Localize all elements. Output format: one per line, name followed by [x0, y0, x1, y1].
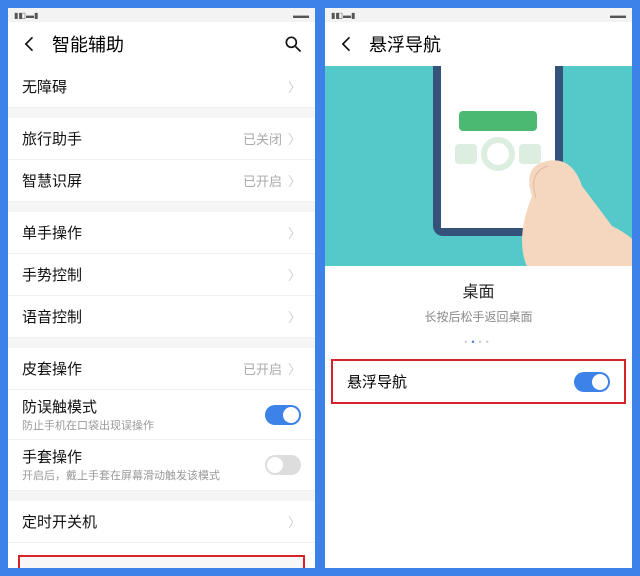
chevron-right-icon: 〉 — [288, 265, 301, 284]
right-screen: ▮◧▬▮▬▬ 悬浮导航 桌面 长按后松手返回桌面 •••• 悬浮导航 — [325, 8, 632, 568]
search-icon[interactable] — [283, 34, 303, 54]
toggle-glove[interactable] — [265, 455, 301, 475]
page-title: 智能辅助 — [52, 31, 283, 57]
toggle-floating-nav[interactable] — [574, 372, 610, 392]
back-icon[interactable] — [337, 34, 357, 54]
hint-box: 是否在寻找其他设置项？ 系统导航方式 — [18, 555, 305, 568]
row-one-hand[interactable]: 单手操作 〉 — [8, 212, 315, 254]
row-schedule-power[interactable]: 定时开关机 〉 — [8, 501, 315, 543]
row-gesture[interactable]: 手势控制 〉 — [8, 254, 315, 296]
chevron-right-icon: 〉 — [288, 77, 301, 96]
hand-icon — [492, 146, 632, 266]
row-voice[interactable]: 语音控制 〉 — [8, 296, 315, 338]
chevron-right-icon: 〉 — [288, 307, 301, 326]
back-icon[interactable] — [20, 34, 40, 54]
settings-list: 无障碍 〉 旅行助手 已关闭 〉 智慧识屏 已开启 〉 单手操作 〉 手势控制 … — [8, 66, 315, 568]
row-accessibility[interactable]: 无障碍 〉 — [8, 66, 315, 108]
page-title: 悬浮导航 — [369, 31, 620, 57]
chevron-right-icon: 〉 — [288, 223, 301, 242]
left-screen: ▮◧▬▮▬▬ 智能辅助 无障碍 〉 旅行助手 已关闭 〉 智慧识屏 已开启 〉 … — [8, 8, 315, 568]
chevron-right-icon: 〉 — [288, 512, 301, 531]
header: 悬浮导航 — [325, 22, 632, 66]
caption-sub: 长按后松手返回桌面 — [325, 308, 632, 325]
page-dots[interactable]: •••• — [325, 337, 632, 347]
chevron-right-icon: 〉 — [288, 171, 301, 190]
status-bar: ▮◧▬▮▬▬ — [8, 8, 315, 22]
caption-title: 桌面 — [325, 278, 632, 302]
row-glove[interactable]: 手套操作 开启后，戴上手套在屏幕滑动触发该模式 — [8, 440, 315, 490]
status-bar: ▮◧▬▮▬▬ — [325, 8, 632, 22]
chevron-right-icon: 〉 — [288, 129, 301, 148]
chevron-right-icon: 〉 — [288, 359, 301, 378]
row-holster[interactable]: 皮套操作 已开启 〉 — [8, 348, 315, 390]
header: 智能辅助 — [8, 22, 315, 66]
row-floating-nav[interactable]: 悬浮导航 — [331, 359, 626, 404]
illustration — [325, 66, 632, 266]
row-mistouch[interactable]: 防误触模式 防止手机在口袋出现误操作 — [8, 390, 315, 440]
hint-question: 是否在寻找其他设置项？ — [32, 567, 291, 568]
row-travel-assistant[interactable]: 旅行助手 已关闭 〉 — [8, 118, 315, 160]
row-smart-screen[interactable]: 智慧识屏 已开启 〉 — [8, 160, 315, 202]
caption: 桌面 长按后松手返回桌面 — [325, 266, 632, 329]
toggle-mistouch[interactable] — [265, 405, 301, 425]
